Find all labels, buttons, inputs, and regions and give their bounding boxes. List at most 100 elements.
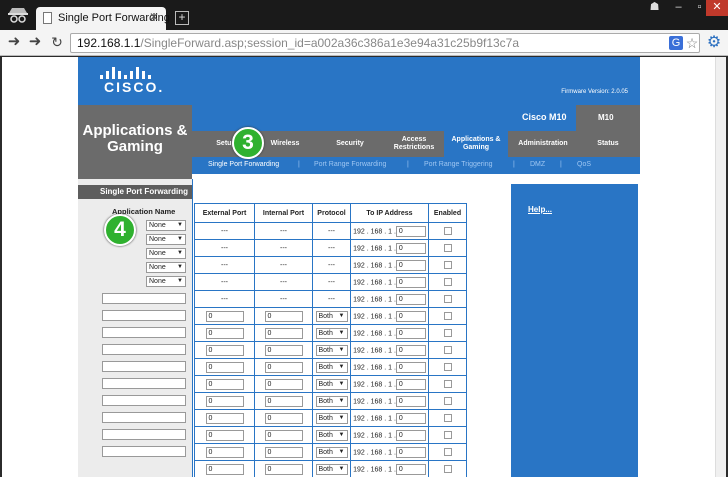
back-arrow-icon[interactable]: ➜: [5, 33, 23, 51]
application-name-input[interactable]: [102, 327, 186, 338]
internal-port-input[interactable]: 0: [264, 378, 303, 390]
subtab-port-range-forwarding[interactable]: Port Range Forwarding: [314, 161, 386, 168]
ip-last-octet-input[interactable]: 0: [395, 242, 426, 254]
internal-port-input[interactable]: 0: [264, 463, 303, 475]
ip-last-octet-input[interactable]: 0: [395, 344, 426, 356]
reload-icon[interactable]: ↻: [48, 33, 66, 51]
ip-last-octet-input[interactable]: 0: [395, 463, 426, 475]
enabled-checkbox[interactable]: [443, 431, 452, 439]
external-port-input[interactable]: 0: [205, 327, 244, 339]
tab-administration[interactable]: Administration: [510, 131, 576, 157]
internal-port-input[interactable]: 0: [264, 446, 303, 458]
tab-status[interactable]: Status: [576, 131, 640, 157]
protocol-select[interactable]: Both ▼: [315, 395, 348, 407]
application-select[interactable]: None ▼: [146, 220, 186, 231]
subtab-port-range-triggering[interactable]: Port Range Triggering: [424, 161, 492, 168]
help-link[interactable]: Help...: [528, 205, 552, 214]
enabled-checkbox[interactable]: [443, 244, 452, 252]
tab-access-restrictions[interactable]: Access Restrictions: [390, 131, 438, 157]
enabled-checkbox[interactable]: [443, 278, 452, 286]
enabled-checkbox[interactable]: [443, 227, 452, 235]
enabled-checkbox[interactable]: [443, 295, 452, 303]
ip-last-octet-input[interactable]: 0: [395, 259, 426, 271]
enabled-checkbox[interactable]: [443, 448, 452, 456]
vertical-scrollbar[interactable]: [715, 57, 726, 477]
ip-last-octet-input[interactable]: 0: [395, 310, 426, 322]
external-port-input[interactable]: 0: [205, 463, 244, 475]
internal-port-input[interactable]: 0: [264, 344, 303, 356]
star-icon[interactable]: ☆: [685, 36, 699, 50]
application-select[interactable]: None ▼: [146, 262, 186, 273]
external-port-input[interactable]: 0: [205, 378, 244, 390]
enabled-checkbox[interactable]: [443, 380, 452, 388]
protocol-select[interactable]: Both ▼: [315, 429, 348, 441]
forward-arrow-icon[interactable]: ➜: [26, 33, 44, 51]
close-window-icon[interactable]: ✕: [706, 0, 728, 16]
enabled-checkbox[interactable]: [443, 261, 452, 269]
subtab-dmz[interactable]: DMZ: [530, 161, 545, 168]
protocol-select[interactable]: Both ▼: [315, 378, 348, 390]
application-name-input[interactable]: [102, 361, 186, 372]
application-name-input[interactable]: [102, 446, 186, 457]
protocol-select[interactable]: Both ▼: [315, 446, 348, 458]
external-port-input[interactable]: 0: [205, 446, 244, 458]
internal-port-input[interactable]: 0: [264, 395, 303, 407]
application-name-input[interactable]: [102, 378, 186, 389]
application-name-input[interactable]: [102, 429, 186, 440]
ip-last-octet-input[interactable]: 0: [395, 446, 426, 458]
minimize-icon[interactable]: –: [667, 0, 690, 16]
external-port-input[interactable]: 0: [205, 412, 244, 424]
profile-icon[interactable]: ☗: [643, 0, 666, 16]
enabled-checkbox[interactable]: [443, 414, 452, 422]
subtab-qos[interactable]: QoS: [577, 161, 591, 168]
tab-applications-gaming[interactable]: Applications & Gaming: [444, 131, 508, 157]
external-port-input[interactable]: 0: [205, 344, 244, 356]
internal-port-input[interactable]: 0: [264, 429, 303, 441]
internal-port-input[interactable]: 0: [264, 361, 303, 373]
protocol-select[interactable]: Both ▼: [315, 344, 348, 356]
translate-icon[interactable]: G: [669, 36, 683, 50]
enabled-checkbox[interactable]: [443, 346, 452, 354]
external-port-input[interactable]: 0: [205, 395, 244, 407]
ip-last-octet-input[interactable]: 0: [395, 276, 426, 288]
enabled-checkbox[interactable]: [443, 397, 452, 405]
internal-port-input[interactable]: 0: [264, 310, 303, 322]
enabled-checkbox[interactable]: [443, 329, 452, 337]
application-select[interactable]: None ▼: [146, 248, 186, 259]
ip-last-octet-input[interactable]: 0: [395, 327, 426, 339]
ip-last-octet-input[interactable]: 0: [395, 361, 426, 373]
protocol-select[interactable]: Both ▼: [315, 361, 348, 373]
protocol-select[interactable]: Both ▼: [315, 463, 348, 475]
ip-last-octet-input[interactable]: 0: [395, 378, 426, 390]
browser-tab[interactable]: Single Port Forwarding ✕: [36, 7, 170, 30]
enabled-checkbox[interactable]: [443, 363, 452, 371]
application-select[interactable]: None ▼: [146, 234, 186, 245]
ip-last-octet-input[interactable]: 0: [395, 225, 426, 237]
tab-security[interactable]: Security: [310, 131, 390, 157]
application-name-input[interactable]: [102, 310, 186, 321]
ip-last-octet-input[interactable]: 0: [395, 412, 426, 424]
tab-wireless[interactable]: Wireless: [260, 131, 310, 157]
application-name-input[interactable]: [102, 412, 186, 423]
close-tab-icon[interactable]: ✕: [149, 10, 159, 24]
wrench-gear-icon[interactable]: ⚙: [705, 34, 723, 52]
ip-last-octet-input[interactable]: 0: [395, 293, 426, 305]
external-port-input[interactable]: 0: [205, 361, 244, 373]
internal-port-input[interactable]: 0: [264, 412, 303, 424]
ip-last-octet-input[interactable]: 0: [395, 429, 426, 441]
protocol-select[interactable]: Both ▼: [315, 412, 348, 424]
new-tab-button[interactable]: +: [175, 11, 189, 25]
subtab-single-port-forwarding[interactable]: Single Port Forwarding: [208, 161, 279, 168]
external-port-input[interactable]: 0: [205, 310, 244, 322]
application-name-input[interactable]: [102, 344, 186, 355]
protocol-select[interactable]: Both ▼: [315, 310, 348, 322]
enabled-checkbox[interactable]: [443, 465, 452, 473]
application-name-input[interactable]: [102, 293, 186, 304]
enabled-checkbox[interactable]: [443, 312, 452, 320]
application-name-input[interactable]: [102, 395, 186, 406]
application-select[interactable]: None ▼: [146, 276, 186, 287]
ip-last-octet-input[interactable]: 0: [395, 395, 426, 407]
internal-port-input[interactable]: 0: [264, 327, 303, 339]
external-port-input[interactable]: 0: [205, 429, 244, 441]
protocol-select[interactable]: Both ▼: [315, 327, 348, 339]
